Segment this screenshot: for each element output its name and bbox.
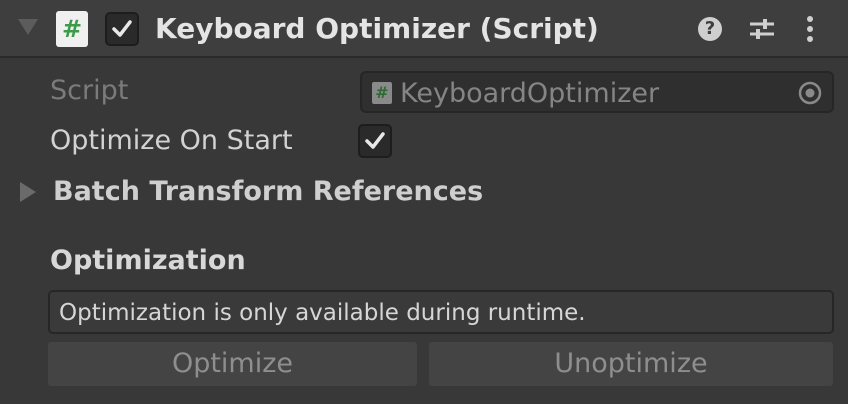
script-field-label: Script	[50, 75, 129, 106]
optimize-button[interactable]: Optimize	[48, 342, 417, 386]
optimization-section-title: Optimization	[50, 245, 246, 276]
checkmark-icon	[112, 20, 132, 37]
checkmark-icon	[365, 132, 385, 149]
unoptimize-button[interactable]: Unoptimize	[429, 342, 833, 386]
optimization-help-box: Optimization is only available during ru…	[48, 290, 834, 334]
script-icon-glyph: #	[61, 15, 83, 43]
help-icon[interactable]: ?	[698, 17, 722, 41]
script-object-field[interactable]: # KeyboardOptimizer	[360, 71, 834, 113]
component-title: Keyboard Optimizer (Script)	[155, 12, 599, 45]
script-file-icon: #	[372, 82, 392, 104]
object-picker-icon[interactable]	[796, 79, 824, 107]
batch-transform-references-foldout[interactable]: Batch Transform References	[53, 175, 483, 209]
script-field-value: KeyboardOptimizer	[400, 78, 660, 109]
batch-foldout-arrow-icon[interactable]	[20, 182, 36, 202]
optimization-help-text: Optimization is only available during ru…	[59, 300, 586, 326]
script-icon: #	[56, 11, 88, 47]
component-enabled-checkbox[interactable]	[105, 12, 139, 46]
optimize-on-start-checkbox[interactable]	[358, 124, 392, 158]
component-foldout-arrow-icon[interactable]	[18, 19, 38, 35]
component-header: # Keyboard Optimizer (Script) ?	[0, 0, 848, 58]
menu-icon[interactable]	[804, 14, 816, 48]
optimize-on-start-label: Optimize On Start	[50, 125, 293, 156]
presets-icon[interactable]	[748, 16, 776, 46]
